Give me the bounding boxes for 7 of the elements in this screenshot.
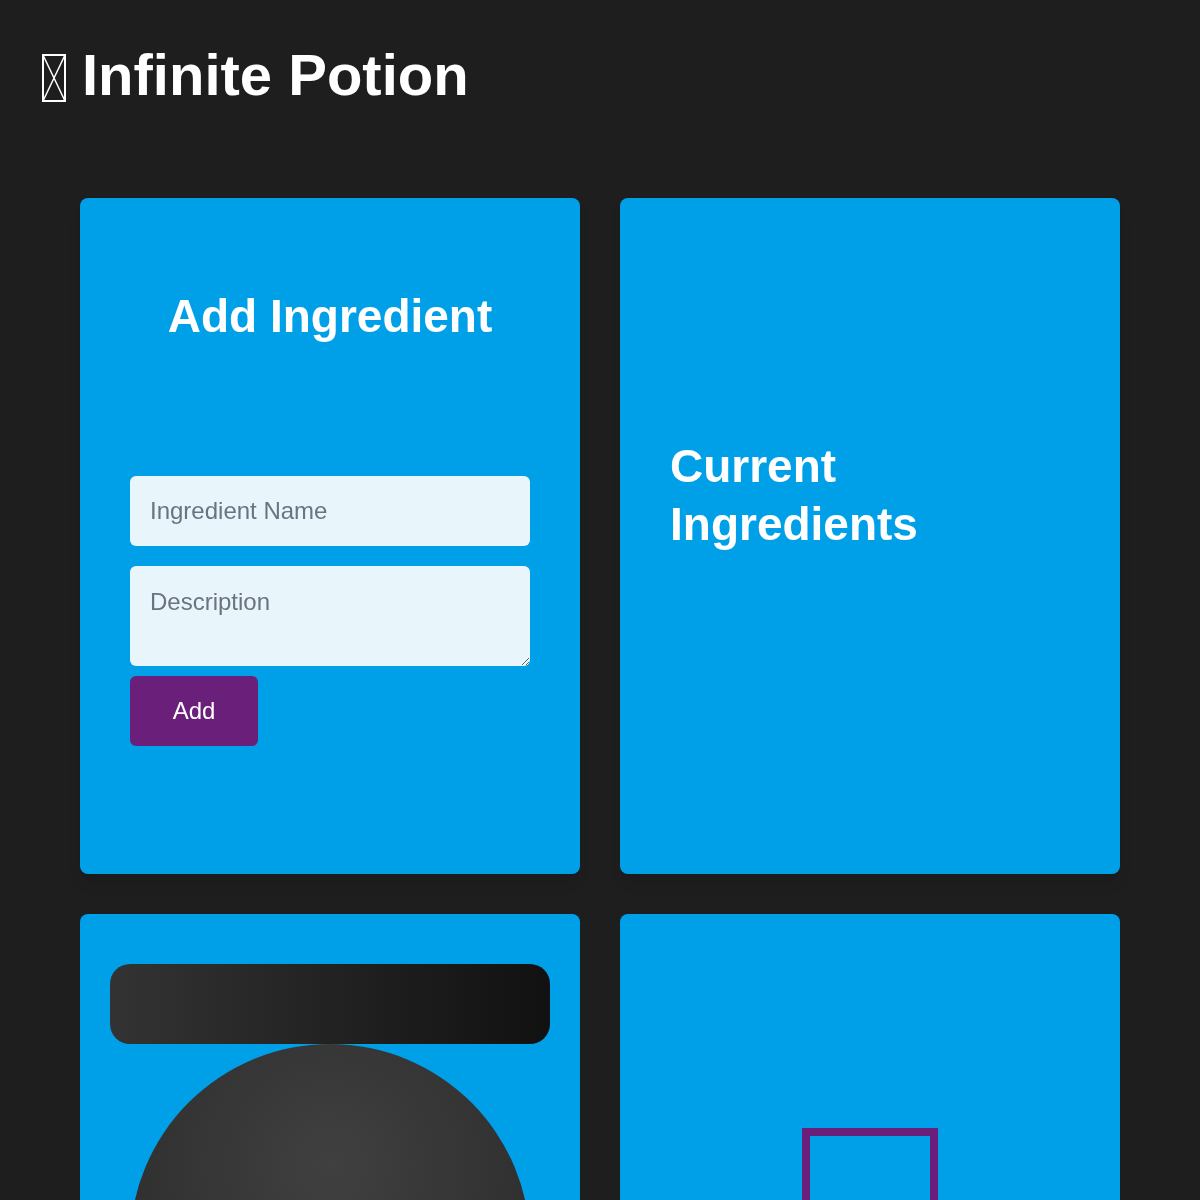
add-button[interactable]: Add — [130, 675, 258, 746]
card-heading: Current Ingredients — [670, 439, 919, 552]
description-field[interactable]: Description — [130, 565, 530, 666]
card-heading: Add Ingredient — [166, 289, 494, 344]
ingredient-name-field[interactable]: Ingredient Name — [130, 475, 530, 546]
missing-glyph-icon — [42, 54, 66, 102]
app-title: Infinite Potion — [82, 46, 469, 104]
